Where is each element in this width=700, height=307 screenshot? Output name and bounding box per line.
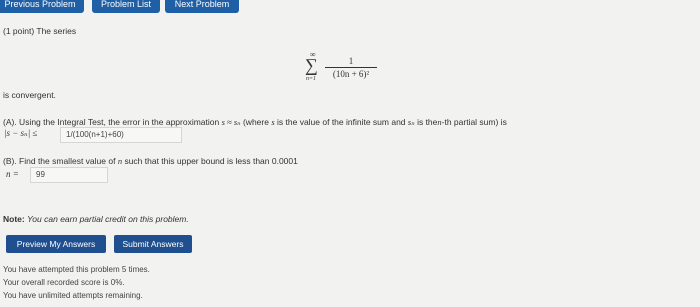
- fraction-bar: [325, 67, 377, 68]
- s-variable: s: [271, 117, 275, 127]
- submit-answers-button[interactable]: Submit Answers: [114, 235, 192, 253]
- attempts-status: You have attempted this problem 5 times.: [3, 265, 150, 274]
- series-denominator: (10n + 6)²: [332, 69, 370, 79]
- sn-variable: sₙ: [407, 117, 415, 127]
- sigma-symbol: ∑: [305, 55, 318, 75]
- next-problem-button[interactable]: Next Problem: [165, 0, 239, 13]
- convergent-text: is convergent.: [3, 90, 56, 100]
- note-label: Note:: [3, 214, 25, 224]
- problem-list-button[interactable]: Problem List: [92, 0, 160, 13]
- problem-header: (1 point) The series: [3, 26, 77, 36]
- part-a-answer-input[interactable]: 1/(100(n+1)+60): [60, 127, 182, 143]
- part-a-text-4: is the: [417, 117, 438, 127]
- note-text: You can earn partial credit on this prob…: [27, 214, 189, 224]
- part-a-text-5: -th partial sum) is: [441, 117, 507, 127]
- n-equals-label: n =: [6, 169, 19, 179]
- sum-lower-limit: n=1: [306, 76, 317, 82]
- series-numerator: 1: [348, 56, 354, 66]
- preview-answers-button[interactable]: Preview My Answers: [6, 235, 106, 253]
- part-b-text-2: such that this upper bound is less than …: [124, 156, 298, 166]
- score-status: Your overall recorded score is 0%.: [3, 278, 125, 287]
- error-bound-expression: |s − sₙ| ≤: [4, 128, 38, 138]
- n-variable: n: [117, 156, 123, 166]
- previous-problem-button[interactable]: Previous Problem: [0, 0, 84, 13]
- part-b-question: (B). Find the smallest value of n such t…: [3, 156, 298, 166]
- part-b-answer-input[interactable]: 99: [30, 167, 108, 183]
- part-a-text-2: (where: [242, 117, 269, 127]
- approx-expression: s ≈ sₙ: [221, 117, 241, 127]
- remaining-attempts-status: You have unlimited attempts remaining.: [3, 291, 143, 300]
- part-a-text-1: (A). Using the Integral Test, the error …: [3, 117, 220, 127]
- part-a-text-3: is the value of the infinite sum and: [277, 117, 406, 127]
- partial-credit-note: Note: You can earn partial credit on thi…: [3, 214, 189, 224]
- part-b-text-1: (B). Find the smallest value of: [3, 156, 116, 166]
